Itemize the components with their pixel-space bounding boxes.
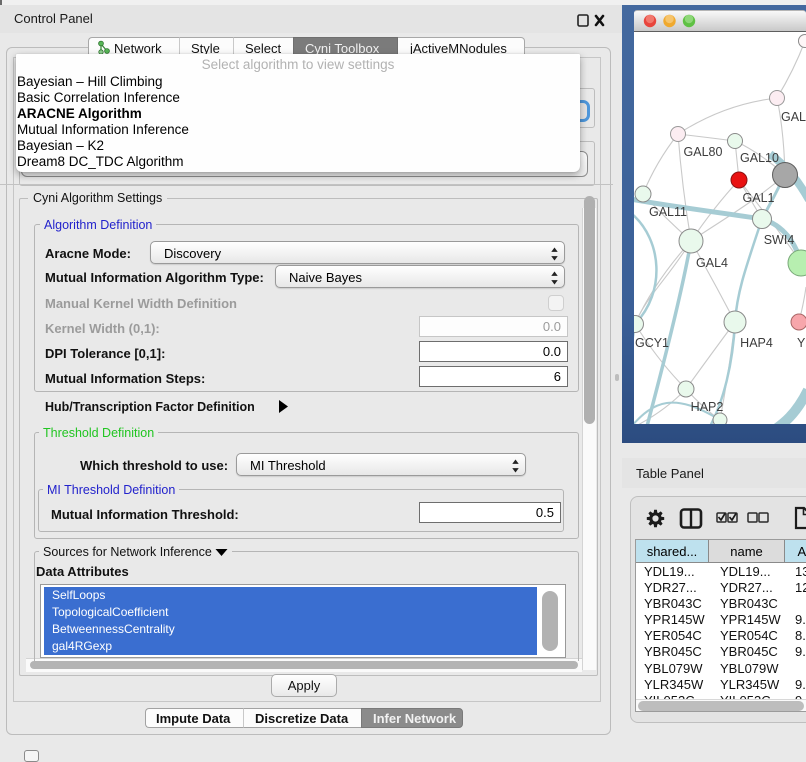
- svg-text:GAL2: GAL2: [781, 110, 806, 124]
- svg-text:GAL80: GAL80: [684, 145, 723, 159]
- svg-text:GAL1: GAL1: [743, 191, 775, 205]
- svg-text:GAL10: GAL10: [740, 151, 779, 165]
- svg-text:GAL4: GAL4: [696, 256, 728, 270]
- svg-text:YEL021W: YEL021W: [797, 336, 806, 350]
- svg-text:GAL11: GAL11: [649, 205, 687, 219]
- svg-text:SWI4: SWI4: [764, 233, 795, 247]
- svg-text:HAP2: HAP2: [691, 400, 724, 414]
- svg-text:GCY1: GCY1: [635, 336, 669, 350]
- svg-text:HAP4: HAP4: [740, 336, 773, 350]
